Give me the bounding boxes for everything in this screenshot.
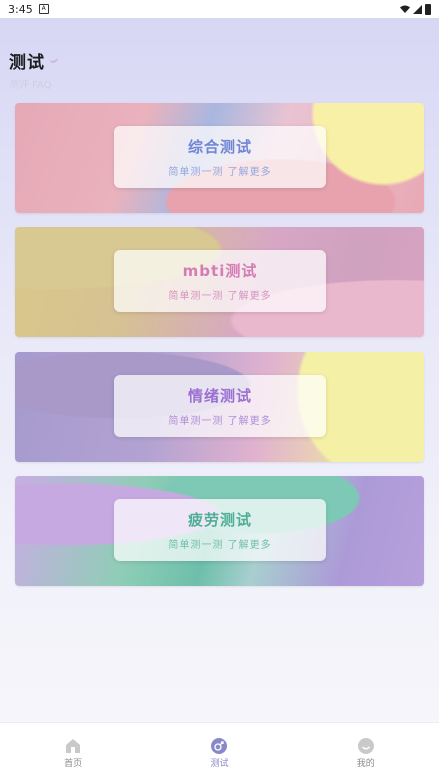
card-panel: 综合测试 简单测一测 了解更多 — [114, 126, 326, 188]
card-title: mbti测试 — [182, 262, 258, 280]
card-panel: 情绪测试 简单测一测 了解更多 — [114, 375, 326, 437]
card-panel: 疲劳测试 简单测一测 了解更多 — [114, 499, 326, 561]
tab-label: 我的 — [356, 758, 375, 769]
card-desc: 简单测一测 了解更多 — [168, 167, 272, 178]
status-time: 3:45 — [8, 2, 33, 16]
page-title: 测试 — [9, 53, 45, 73]
moon-icon — [49, 57, 59, 63]
card-title: 综合测试 — [187, 138, 252, 156]
signal-icon — [413, 4, 422, 14]
wifi-icon — [400, 5, 410, 13]
page-subtitle: 测评 FAQ — [9, 80, 52, 91]
battery-icon — [425, 3, 431, 15]
card-fatigue-test[interactable]: 疲劳测试 简单测一测 了解更多 — [15, 476, 424, 586]
bottom-tabbar: 首页 测试 我的 — [0, 722, 439, 783]
test-icon — [211, 737, 228, 754]
card-desc: 简单测一测 了解更多 — [168, 291, 272, 302]
sim-icon: A — [38, 4, 49, 14]
card-desc: 简单测一测 了解更多 — [168, 416, 272, 427]
tab-profile[interactable]: 我的 — [316, 737, 416, 769]
tab-test[interactable]: 测试 — [169, 737, 269, 769]
home-icon — [66, 738, 81, 753]
status-bar: 3:45 A — [0, 0, 439, 18]
tab-label: 测试 — [210, 758, 229, 769]
card-desc: 简单测一测 了解更多 — [168, 540, 272, 551]
card-panel: mbti测试 简单测一测 了解更多 — [114, 250, 326, 312]
status-left: 3:45 A — [8, 3, 49, 16]
card-comprehensive-test[interactable]: 综合测试 简单测一测 了解更多 — [15, 103, 424, 213]
card-emotion-test[interactable]: 情绪测试 简单测一测 了解更多 — [15, 352, 424, 462]
status-right — [400, 3, 431, 15]
card-title: 情绪测试 — [187, 387, 252, 405]
page-title-row: 测试 — [9, 48, 60, 73]
tab-home[interactable]: 首页 — [23, 738, 123, 769]
card-mbti-test[interactable]: mbti测试 简单测一测 了解更多 — [15, 227, 424, 337]
card-title: 疲劳测试 — [187, 511, 252, 529]
tab-label: 首页 — [64, 758, 83, 769]
profile-icon — [357, 737, 374, 754]
